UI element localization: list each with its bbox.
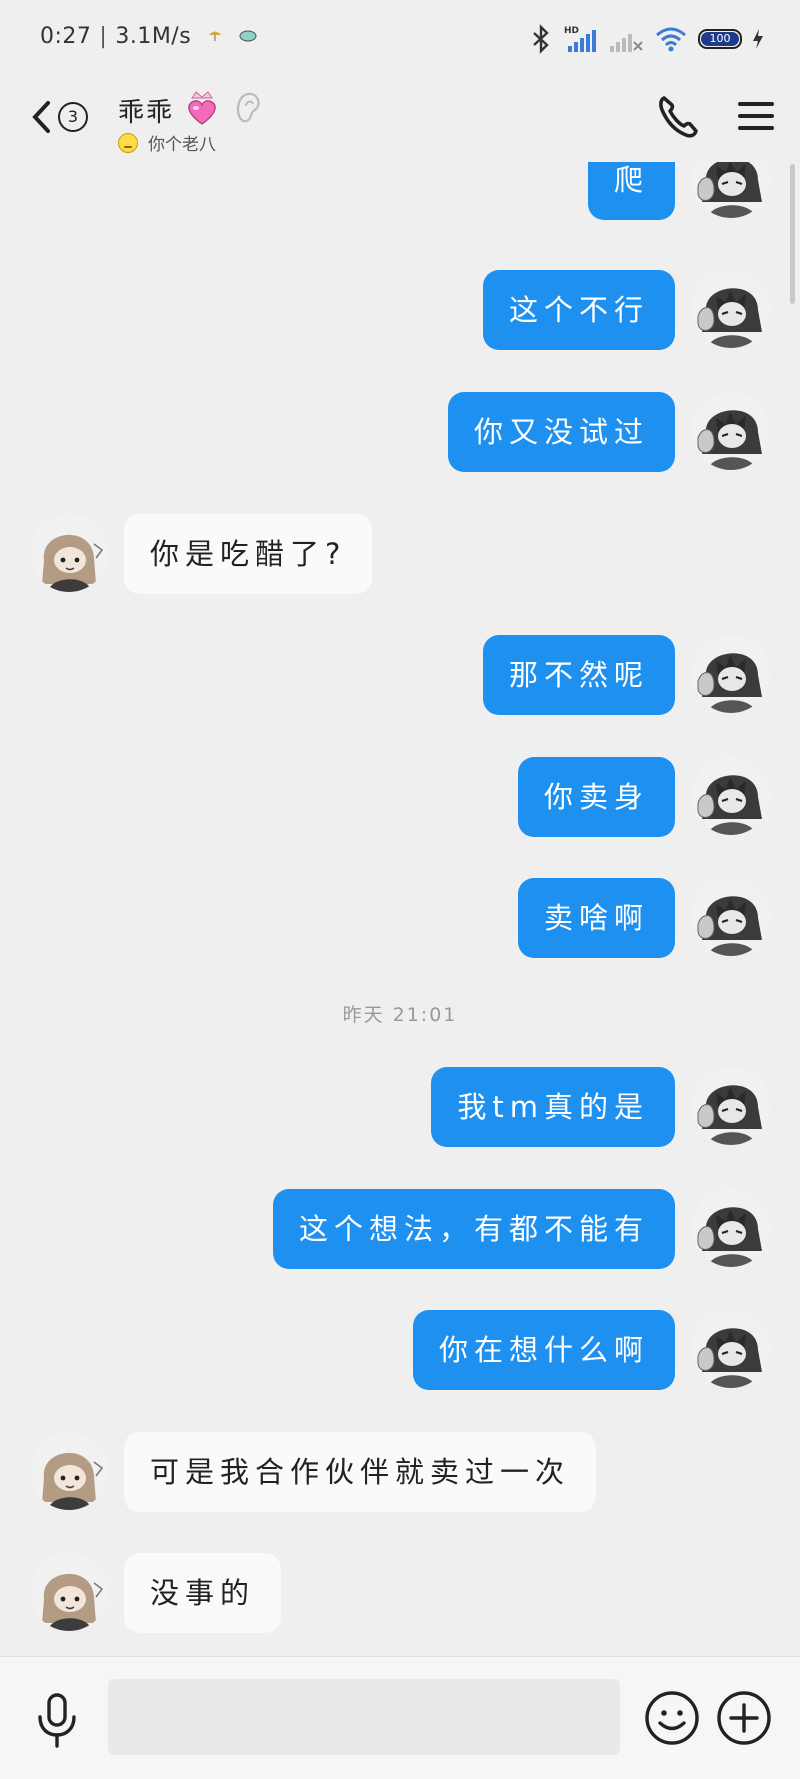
- my-avatar[interactable]: [692, 1067, 770, 1145]
- outgoing-message: 这个不行: [0, 270, 675, 350]
- chat-header: 3 乖乖 你个老八: [0, 82, 800, 162]
- my-avatar[interactable]: [692, 1189, 770, 1267]
- contact-status-line: 你个老八: [118, 130, 216, 155]
- outgoing-message: 你卖身: [0, 757, 675, 837]
- my-avatar[interactable]: [692, 392, 770, 470]
- heart-crown-icon: [188, 91, 216, 125]
- my-avatar[interactable]: [692, 635, 770, 713]
- status-bar: 0:27 | 3.1M/s HD 100: [0, 0, 800, 82]
- message-list[interactable]: 爬这个不行你又没试过 你是吃醋了? 那不然呢你卖身卖啥啊昨天 21:01 我tm真的是…: [0, 162, 800, 1652]
- ear-icon: [237, 92, 260, 123]
- outgoing-message: 你在想什么啊: [0, 1310, 675, 1390]
- status-right: HD 100: [530, 22, 764, 56]
- back-chevron-icon: [32, 101, 50, 133]
- my-avatar[interactable]: [692, 757, 770, 835]
- back-button[interactable]: 3: [30, 94, 100, 140]
- outgoing-message: 卖啥啊: [0, 878, 675, 958]
- signal-no-sim-icon: [610, 34, 643, 52]
- incoming-message: 可是我合作伙伴就卖过一次: [124, 1432, 800, 1512]
- battery-icon: 100: [698, 29, 742, 49]
- contact-avatar[interactable]: [30, 1432, 108, 1510]
- wifi-icon: [656, 27, 686, 52]
- network-speed: 3.1M/s: [115, 24, 192, 49]
- message-input[interactable]: [108, 1679, 620, 1755]
- emoji-face-icon: [118, 132, 138, 153]
- message-bubble[interactable]: 没事的: [124, 1553, 282, 1633]
- battery-level: 100: [709, 32, 731, 45]
- contact-status: 你个老八: [148, 135, 216, 155]
- my-avatar[interactable]: [692, 270, 770, 348]
- message-bubble[interactable]: 爬: [587, 162, 675, 220]
- message-bubble[interactable]: 你又没试过: [447, 392, 675, 472]
- status-time: 0:27: [40, 24, 92, 49]
- mushroom-icon: [207, 27, 223, 47]
- incoming-message: 你是吃醋了?: [124, 514, 800, 594]
- plus-icon[interactable]: [716, 1690, 772, 1746]
- outgoing-message: 爬: [0, 162, 675, 220]
- message-bubble[interactable]: 卖啥啊: [517, 878, 675, 958]
- message-bubble[interactable]: 那不然呢: [482, 635, 675, 715]
- phone-icon[interactable]: [654, 90, 702, 142]
- hd-signal-icon: HD: [564, 26, 596, 52]
- outgoing-message: 这个想法，有都不能有: [0, 1189, 675, 1269]
- message-bubble[interactable]: 你是吃醋了?: [124, 514, 373, 594]
- bluetooth-icon: [533, 24, 549, 54]
- message-bubble[interactable]: 你卖身: [517, 757, 675, 837]
- my-avatar[interactable]: [692, 162, 770, 218]
- my-avatar[interactable]: [692, 1310, 770, 1388]
- cloud-icon: [238, 28, 258, 46]
- message-bubble[interactable]: 我tm真的是: [431, 1067, 675, 1147]
- message-bubble[interactable]: 这个不行: [482, 270, 675, 350]
- message-bubble[interactable]: 你在想什么啊: [412, 1310, 675, 1390]
- message-bubble[interactable]: 这个想法，有都不能有: [272, 1189, 675, 1269]
- outgoing-message: 我tm真的是: [0, 1067, 675, 1147]
- message-bubble[interactable]: 可是我合作伙伴就卖过一次: [124, 1432, 597, 1512]
- smiley-icon[interactable]: [644, 1690, 700, 1746]
- contact-avatar[interactable]: [30, 1553, 108, 1631]
- outgoing-message: 你又没试过: [0, 392, 675, 472]
- contact-avatar[interactable]: [30, 514, 108, 592]
- svg-text:HD: HD: [564, 26, 579, 36]
- charging-icon: [753, 29, 763, 49]
- outgoing-message: 那不然呢: [0, 635, 675, 715]
- unread-count-badge: 3: [58, 102, 88, 132]
- menu-icon[interactable]: [736, 94, 776, 138]
- input-bar: [0, 1656, 800, 1779]
- status-left: 0:27 | 3.1M/s: [40, 24, 258, 49]
- microphone-icon[interactable]: [34, 1693, 80, 1749]
- status-separator: |: [99, 24, 108, 49]
- incoming-message: 没事的: [124, 1553, 800, 1633]
- contact-name[interactable]: 乖乖: [118, 92, 174, 129]
- my-avatar[interactable]: [692, 878, 770, 956]
- time-divider: 昨天 21:01: [342, 1004, 458, 1026]
